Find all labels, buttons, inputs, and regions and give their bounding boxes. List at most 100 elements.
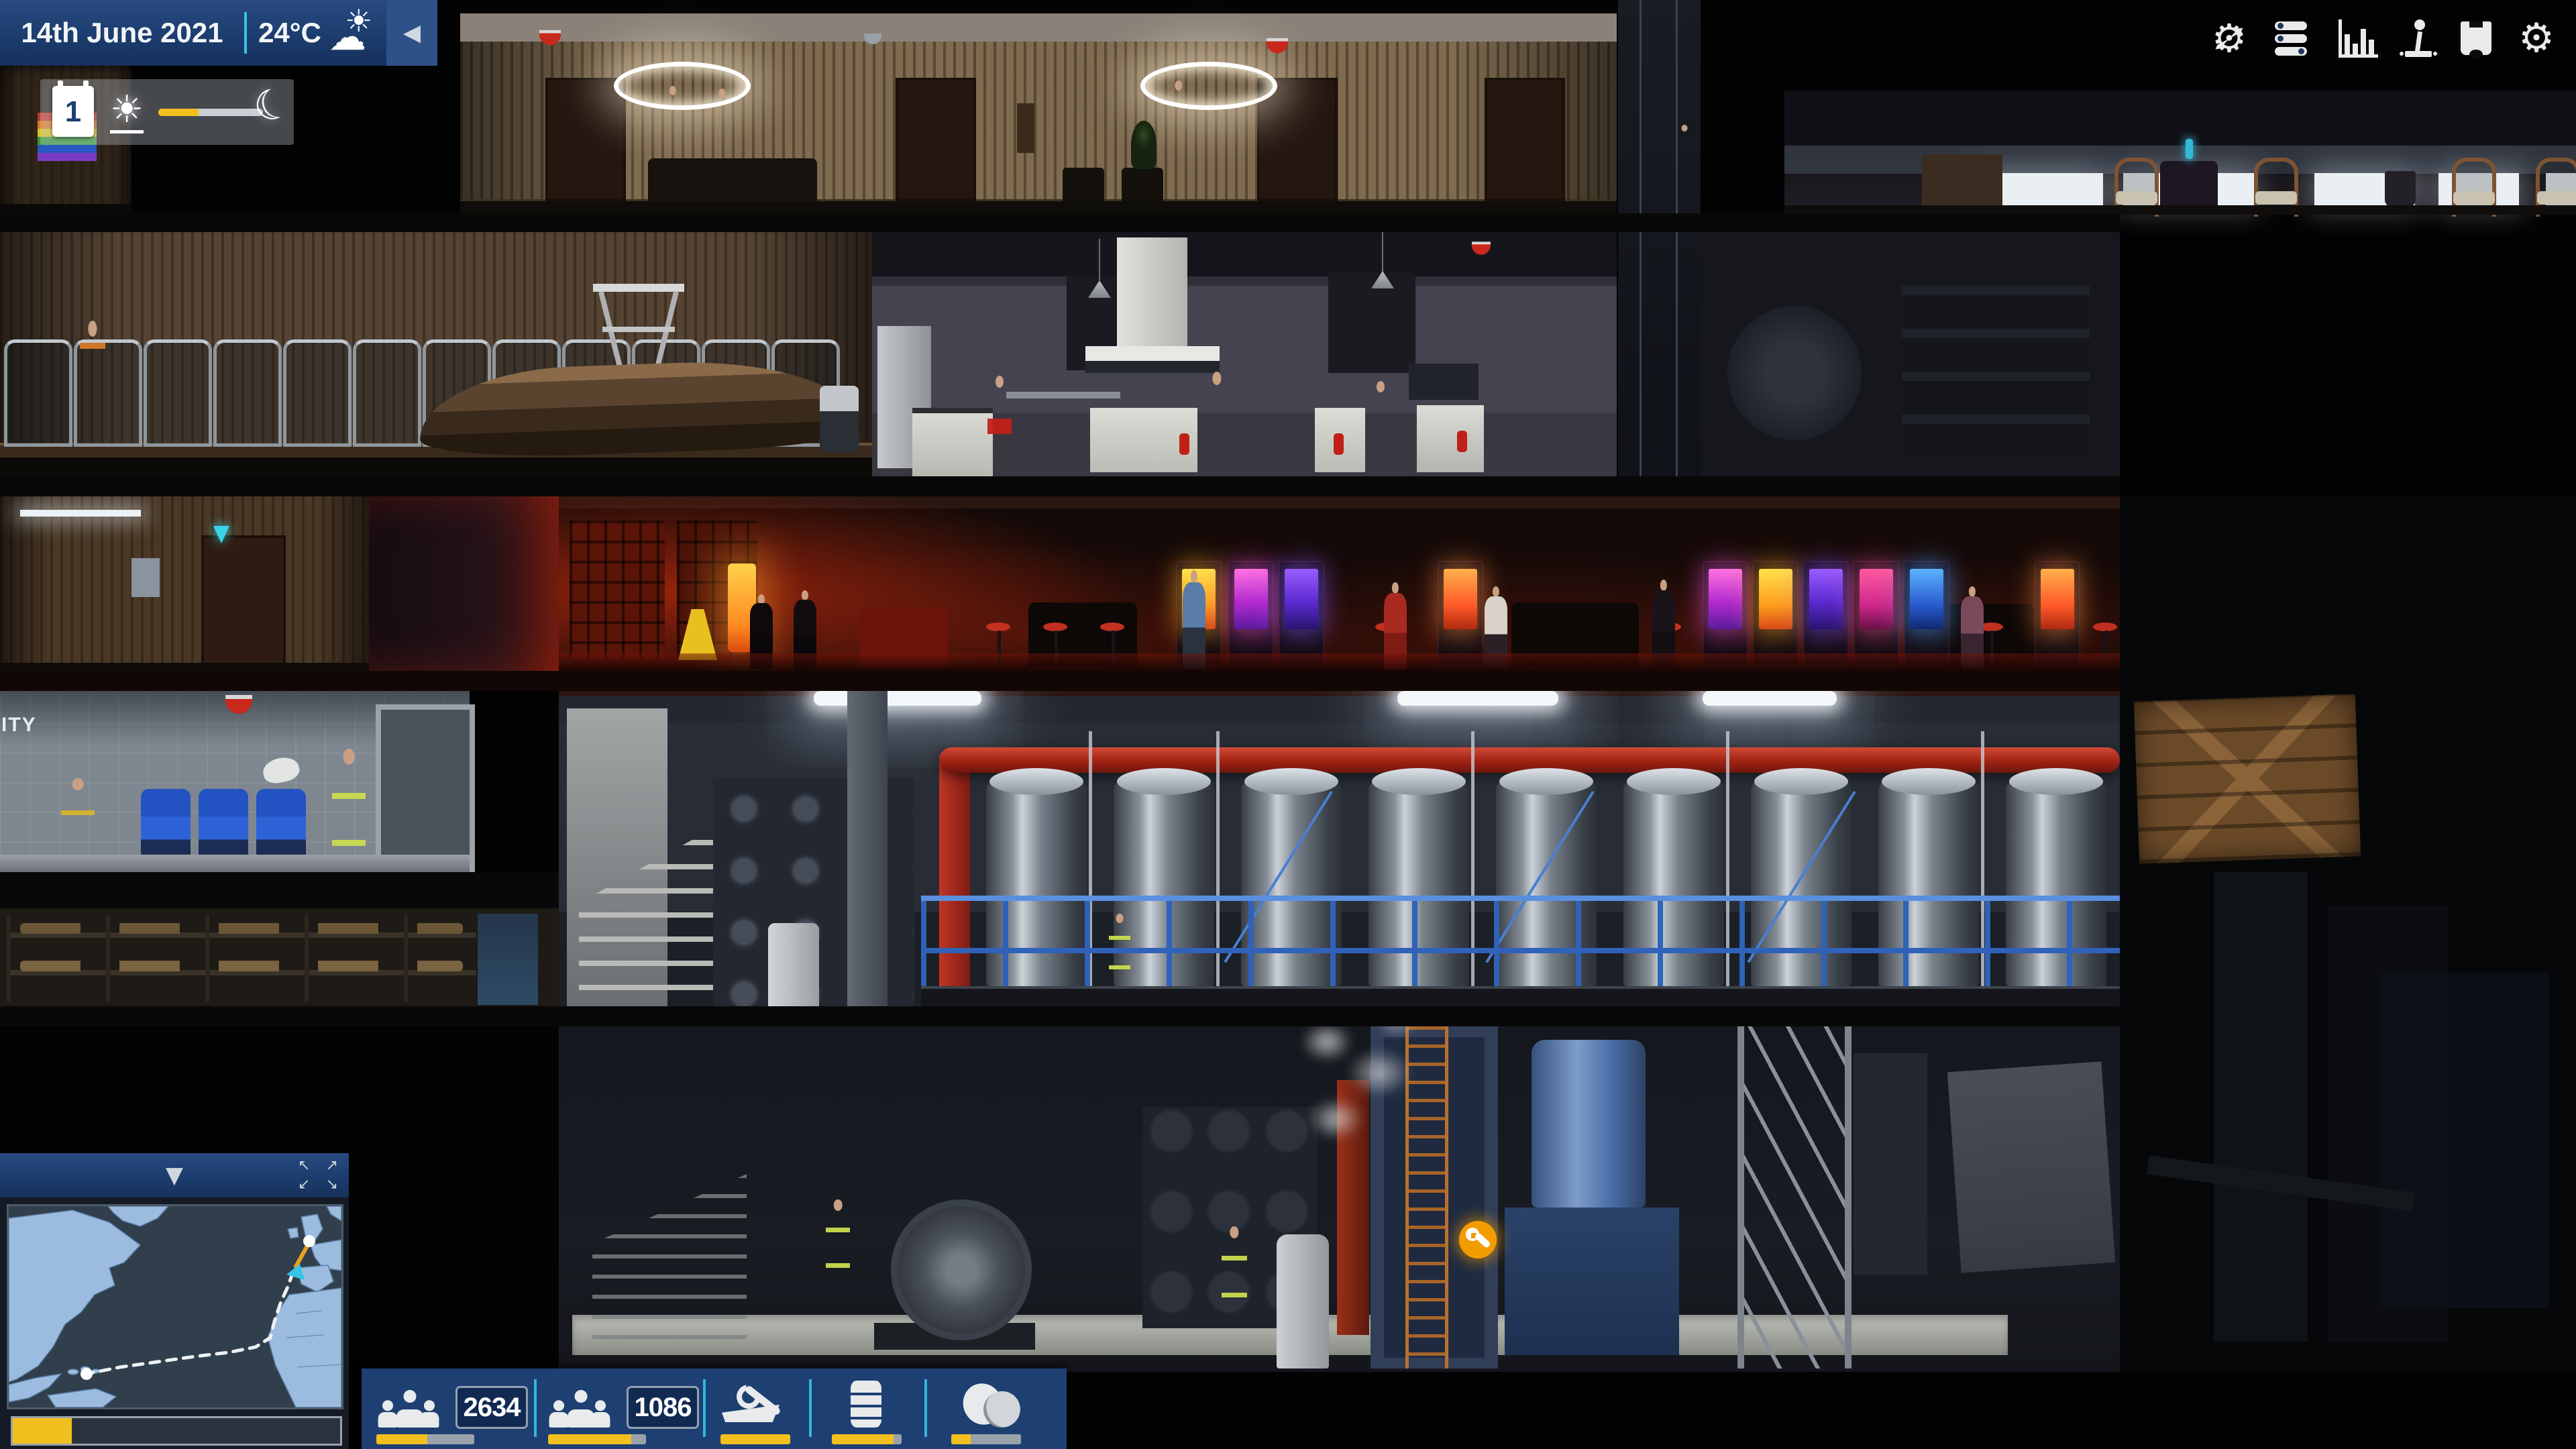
- crew-bunk-room: [0, 908, 559, 1006]
- funnel-silhouette: [2214, 872, 2308, 1342]
- bedding: [20, 923, 463, 934]
- game-viewport: ITY: [0, 0, 2576, 1449]
- trophy-stand: [1017, 103, 1034, 153]
- fluorescent-light: [20, 510, 141, 517]
- engineer-on-catwalk: [1108, 914, 1132, 987]
- cafe-table: [2160, 161, 2218, 207]
- weather-icon: ☀ ☁: [327, 4, 385, 62]
- lifeboat-motor: [820, 386, 859, 453]
- elevator-cable: [1640, 0, 1642, 510]
- bedding: [20, 961, 463, 971]
- counter: [912, 408, 993, 478]
- crew-stat[interactable]: 1086: [534, 1368, 703, 1449]
- deck-separator: [0, 671, 2120, 691]
- passengers-icon: [376, 1385, 450, 1428]
- sprinkler: [1267, 38, 1288, 53]
- security-floor: [0, 855, 470, 872]
- lounge-chair: [1063, 168, 1104, 201]
- tasks-button[interactable]: [2269, 16, 2313, 60]
- lounge-door: [1485, 78, 1565, 201]
- fire-extinguisher: [1334, 433, 1344, 455]
- food-plates-icon: [963, 1381, 1024, 1428]
- maintenance-gauge: [720, 1434, 790, 1444]
- deck2-kitchen: [872, 232, 1617, 476]
- route-map: [9, 1206, 341, 1407]
- deck4-tank-room: [559, 691, 2120, 1006]
- time-of-day-panel: 1 ☀ ☾: [40, 79, 294, 145]
- statistics-button[interactable]: [2336, 16, 2380, 60]
- railing-gate: [144, 339, 212, 447]
- minimap-collapse-button[interactable]: ▼: [148, 1153, 201, 1197]
- passengers-stat[interactable]: 2634: [362, 1368, 534, 1449]
- logbook-icon: [2461, 21, 2491, 55]
- food-stat[interactable]: [924, 1368, 1067, 1449]
- date-weather-bar: 14th June 2021 24°C ☀ ☁ ◀: [0, 0, 437, 66]
- gear-compass-icon: ⚙: [2212, 19, 2247, 58]
- floor-reflection: [559, 653, 2120, 671]
- ship-cross-section: ITY: [0, 0, 2576, 1449]
- blue-boiler: [1532, 1040, 1646, 1208]
- counter: [1417, 405, 1484, 472]
- minimap-expand-button[interactable]: ↖ ↗ ↙ ↘: [298, 1159, 338, 1192]
- navigation-button[interactable]: ⚙: [2207, 16, 2251, 60]
- elevator-shaft: [1618, 0, 1701, 510]
- voyage-progress-bar: [11, 1416, 342, 1446]
- date-label: 14th June 2021: [0, 0, 244, 66]
- passengers-value: 2634: [455, 1386, 528, 1429]
- turbine: [891, 1199, 1032, 1340]
- toggles-icon: [2275, 21, 2307, 30]
- deck3-shaft-glow: [369, 496, 559, 671]
- chef: [986, 376, 1013, 470]
- expand-arrows-icon: ↖: [298, 1159, 310, 1173]
- passenger-black-dress: [711, 89, 733, 158]
- alarm-bell: [225, 695, 252, 714]
- firefighter: [1220, 1226, 1249, 1319]
- collapse-triangle-icon: ▼: [166, 1164, 183, 1187]
- corridor-floor: [0, 663, 369, 671]
- day-number: 1: [52, 90, 94, 134]
- minimap-panel: ▼ ↖ ↗ ↙ ↘: [0, 1153, 349, 1449]
- shelf: [1006, 392, 1120, 398]
- catwalk: [921, 986, 2120, 1006]
- ceiling-beam: [872, 232, 1617, 276]
- deck-separator: [0, 1006, 2120, 1026]
- shelving: [1902, 286, 2090, 453]
- wooden-crate: [2134, 694, 2361, 863]
- bar-chart-icon: [2339, 19, 2378, 58]
- ship-wrench-icon: [722, 1385, 792, 1428]
- controls-button[interactable]: [2396, 16, 2440, 60]
- crew-on-promenade: [78, 321, 107, 443]
- deck-separator: [0, 213, 2120, 232]
- gear-icon: ⚙: [2518, 18, 2555, 58]
- teal-indicator: [213, 526, 229, 543]
- fuel-barrel-icon: [851, 1381, 881, 1428]
- railing-gate: [4, 339, 72, 447]
- maintenance-task-badge[interactable]: [1459, 1221, 1497, 1258]
- sideboard: [1922, 154, 2002, 207]
- status-bar: 2634 1086: [362, 1368, 1067, 1449]
- deck2-store-room: [1701, 232, 2120, 476]
- sprinkler: [539, 30, 561, 45]
- lounge-floor: [460, 199, 1617, 213]
- temperature-label: 24°C: [254, 0, 326, 66]
- deck3-casino: [559, 496, 2120, 671]
- chef: [1367, 381, 1394, 470]
- logbook-button[interactable]: [2454, 16, 2498, 60]
- maintenance-stat[interactable]: [703, 1368, 809, 1449]
- minimap-map[interactable]: [7, 1204, 343, 1409]
- collapse-arrow-icon: ◀: [403, 21, 421, 44]
- drum: [1727, 306, 1862, 440]
- ring-chandelier: [1140, 62, 1277, 110]
- fuel-stat[interactable]: [809, 1368, 924, 1449]
- cabin-floor: [0, 204, 131, 213]
- lounge-door: [896, 78, 976, 201]
- collapse-button[interactable]: ◀: [386, 0, 437, 66]
- firefighter-standing: [330, 749, 368, 872]
- bin: [2385, 171, 2416, 207]
- railing-gate: [213, 339, 282, 447]
- elevator-cable: [1676, 0, 1678, 510]
- white-tank: [1277, 1234, 1329, 1368]
- settings-button[interactable]: ⚙: [2514, 16, 2559, 60]
- railing-gate: [353, 339, 421, 447]
- lounge-chair: [1122, 168, 1163, 201]
